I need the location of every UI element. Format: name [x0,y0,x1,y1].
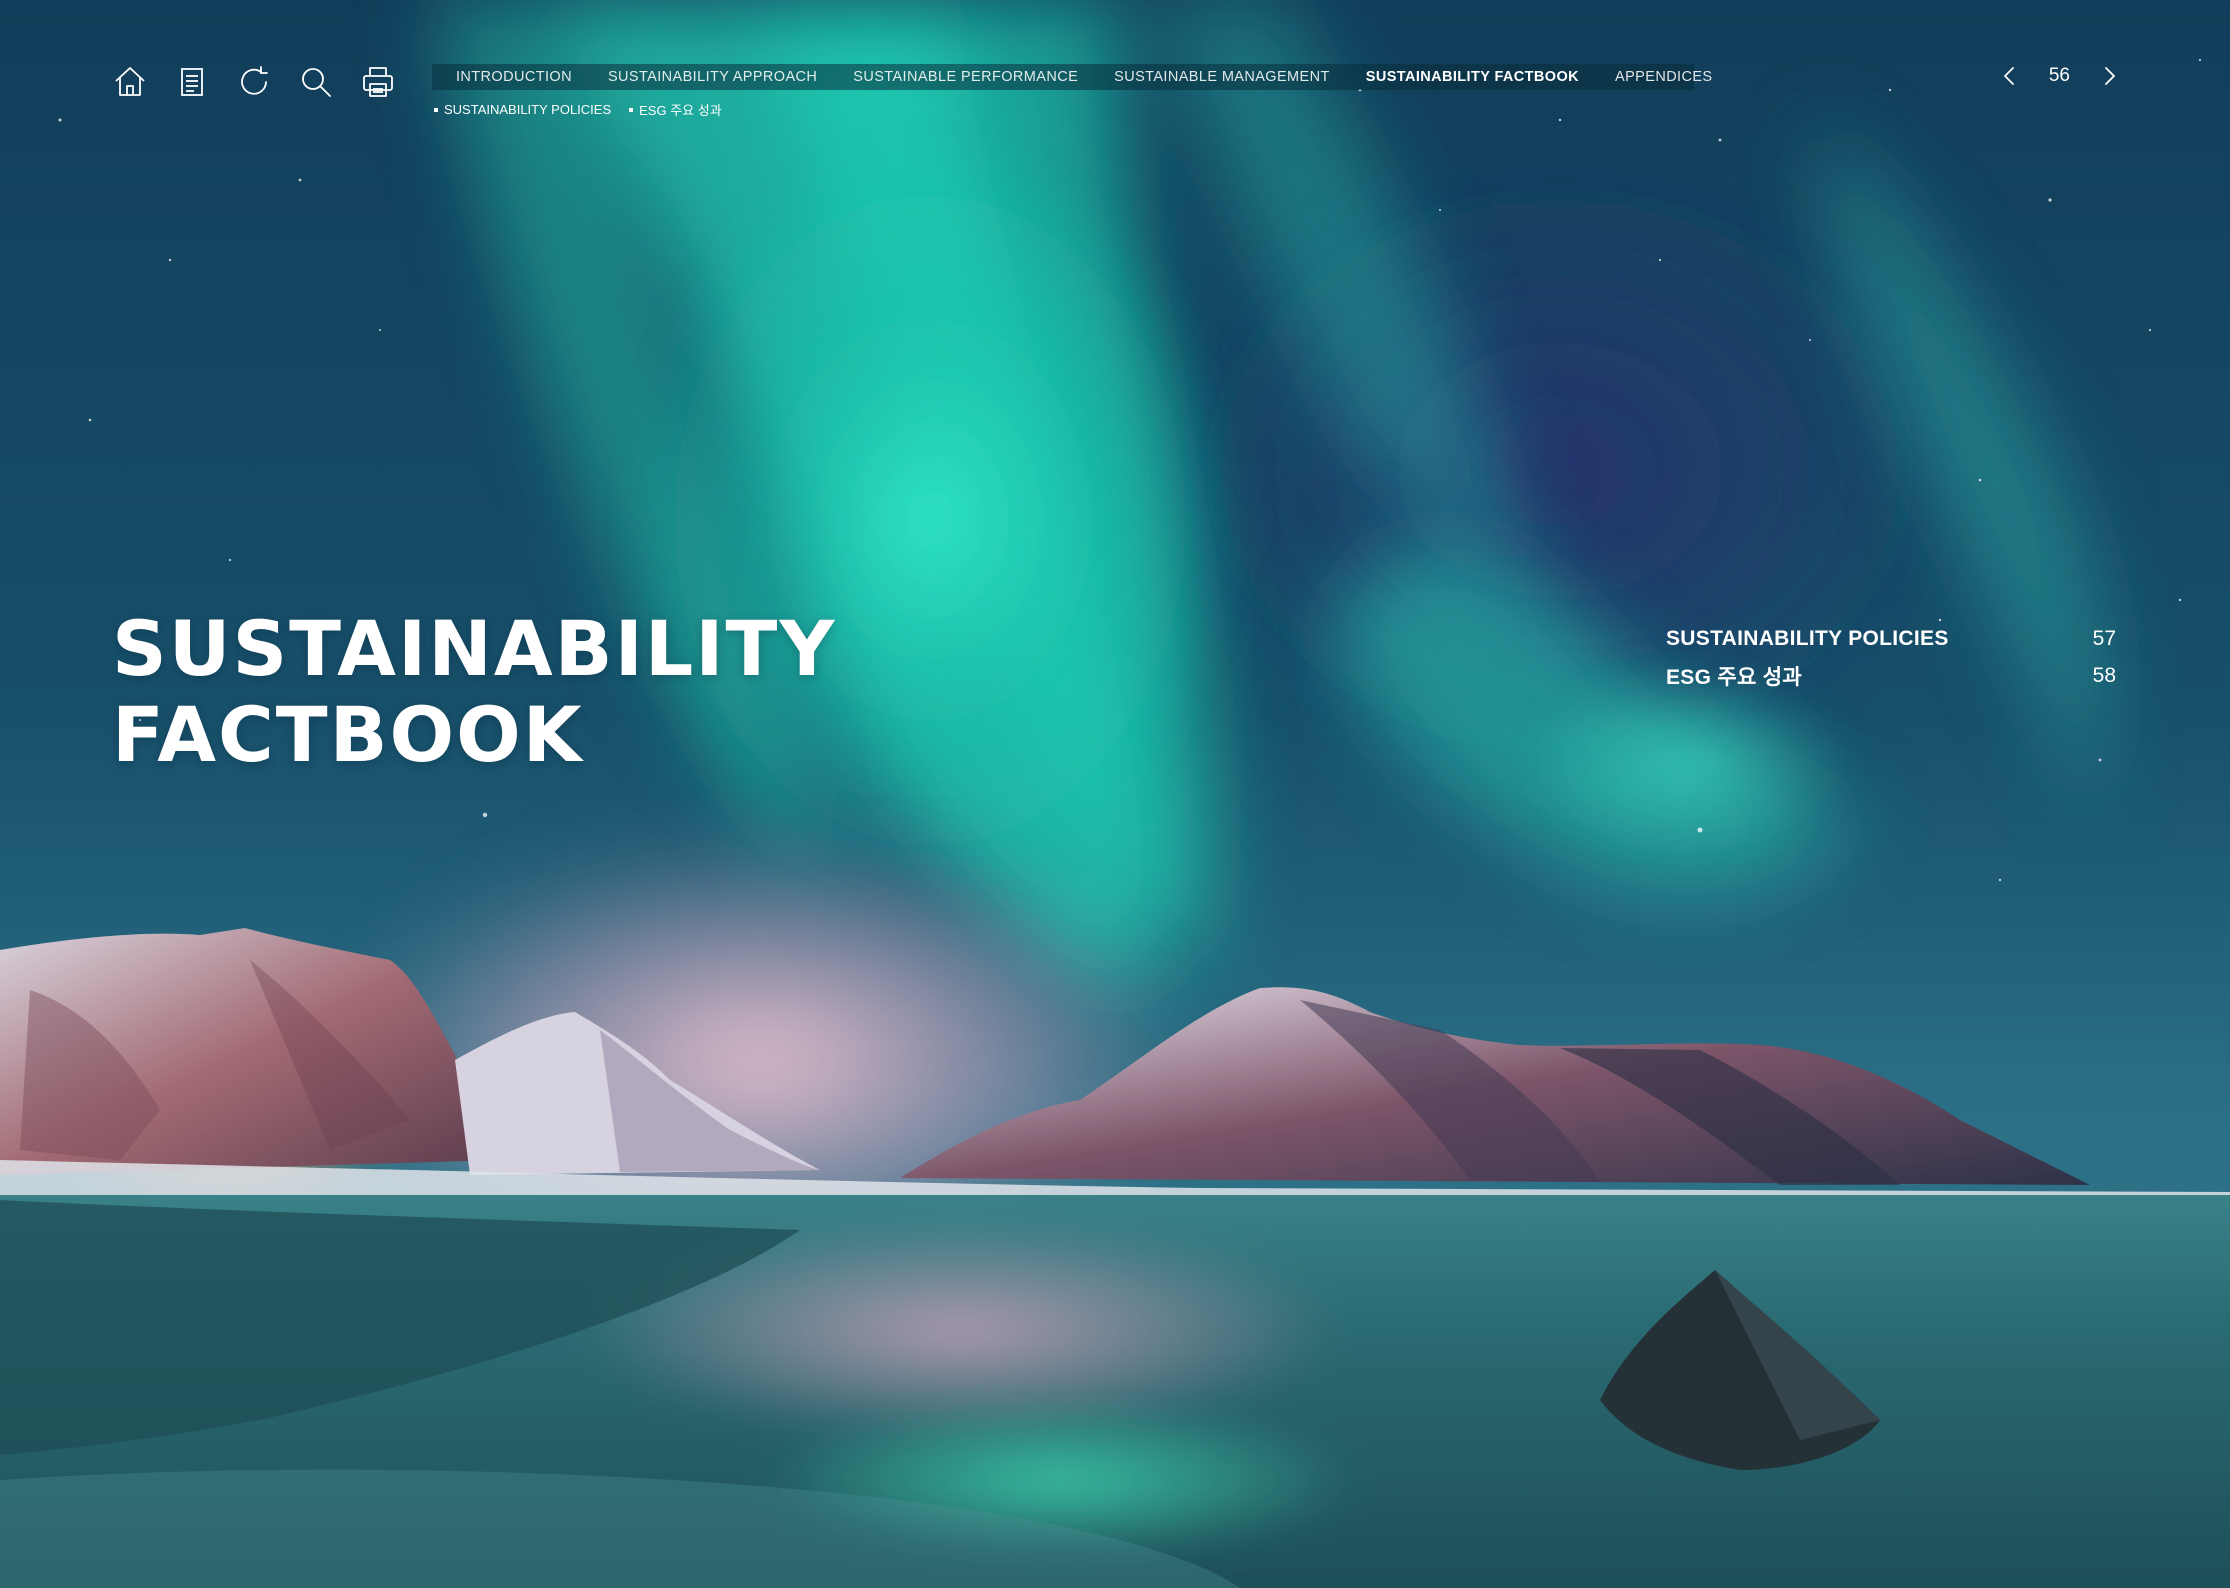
bullet-icon [434,107,438,112]
subnav-item-label: ESG 주요 성과 [639,103,722,118]
page-number: 56 [2048,65,2070,86]
chevron-right-icon[interactable] [2100,64,2120,88]
subnav-item-esg-highlights[interactable]: ESG 주요 성과 [629,100,722,119]
section-title-line-1: SUSTAINABILITY [112,604,837,693]
main-navigation: INTRODUCTION SUSTAINABILITY APPROACH SUS… [432,64,1712,90]
subnav-item-label: SUSTAINABILITY POLICIES [444,102,612,117]
nav-item-sustainable-management[interactable]: SUSTAINABLE MANAGEMENT [1114,69,1330,85]
toc-entry-label: SUSTAINABILITY POLICIES [1666,626,1949,650]
sub-navigation: SUSTAINABILITY POLICIES ESG 주요 성과 [434,100,722,119]
chevron-left-icon[interactable] [1999,64,2019,88]
aurora-background-image [0,0,2230,1588]
bullet-icon [629,107,634,112]
toc-entry-label: ESG 주요 성과 [1666,665,1802,689]
toc-entry-page: 58 [2092,663,2116,687]
table-of-contents: SUSTAINABILITY POLICIES 57 ESG 주요 성과 58 [1666,620,2116,694]
nav-item-sustainable-performance[interactable]: SUSTAINABLE PERFORMANCE [853,69,1078,85]
nav-item-introduction[interactable]: INTRODUCTION [456,69,572,85]
page-navigator: 56 [1999,64,2120,88]
toolbar [110,62,398,102]
refresh-icon[interactable] [234,62,274,102]
toc-entry-sustainability-policies[interactable]: SUSTAINABILITY POLICIES 57 [1666,620,2116,657]
document-icon[interactable] [172,62,212,102]
search-icon[interactable] [296,62,336,102]
toc-entry-page: 57 [2092,626,2116,650]
subnav-item-sustainability-policies[interactable]: SUSTAINABILITY POLICIES [434,100,611,119]
nav-item-sustainability-factbook[interactable]: SUSTAINABILITY FACTBOOK [1366,69,1579,85]
nav-item-sustainability-approach[interactable]: SUSTAINABILITY APPROACH [608,69,817,85]
page: INTRODUCTION SUSTAINABILITY APPROACH SUS… [0,0,2230,1588]
home-icon[interactable] [110,62,150,102]
print-icon[interactable] [358,62,398,102]
section-title-line-2: FACTBOOK [112,690,584,779]
toc-entry-esg-highlights[interactable]: ESG 주요 성과 58 [1666,657,2116,694]
section-title: SUSTAINABILITY FACTBOOK [112,606,836,778]
nav-item-appendices[interactable]: APPENDICES [1615,69,1712,85]
